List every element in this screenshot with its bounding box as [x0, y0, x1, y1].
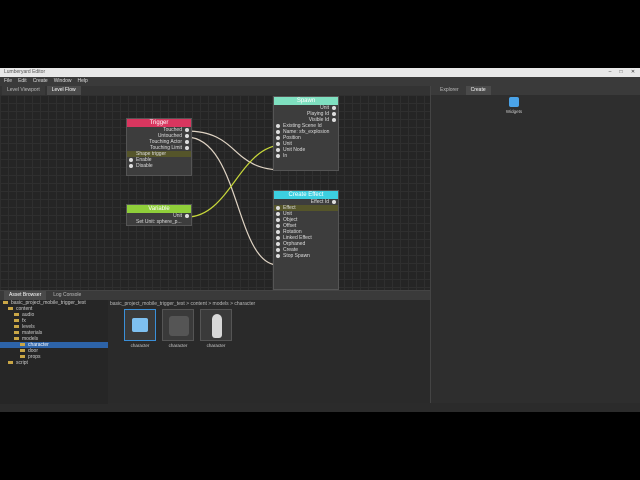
pin-dot[interactable]	[276, 124, 280, 128]
flow-graph-canvas[interactable]: Trigger Touched Untouched Touching Actor…	[0, 95, 430, 290]
folder-icon	[14, 337, 19, 341]
widgets-label: Widgets	[505, 109, 523, 114]
pin-dot[interactable]	[276, 142, 280, 146]
folder-icon	[20, 349, 25, 353]
wire-untouched-to-create	[185, 136, 279, 266]
menu-create[interactable]: Create	[33, 77, 48, 86]
title-bar: Lumberyard Editor – □ ✕	[0, 68, 640, 77]
node-variable-title: Variable	[127, 205, 191, 213]
folder-icon	[8, 361, 13, 365]
widgets-icon	[509, 97, 519, 107]
close-icon[interactable]: ✕	[629, 69, 637, 75]
pin-dot[interactable]	[276, 242, 280, 246]
folder-icon	[20, 355, 25, 359]
pin-in[interactable]: In	[274, 153, 338, 159]
asset-thumb[interactable]	[162, 309, 194, 341]
node-create-effect[interactable]: Create Effect Effect Id Effect Unit Obje…	[273, 190, 339, 290]
capsule-icon	[212, 314, 222, 338]
folder-tree: basic_project_mobile_trigger_test conten…	[0, 300, 108, 404]
asset-thumb-label: character	[206, 343, 226, 348]
pin-dot[interactable]	[276, 148, 280, 152]
pin-dot[interactable]	[276, 230, 280, 234]
graph-tab-strip: Level Viewport Level Flow	[0, 86, 430, 95]
node-trigger[interactable]: Trigger Touched Untouched Touching Actor…	[126, 118, 192, 176]
menu-bar: File Edit Create Window Help	[0, 77, 640, 86]
asset-browser-tabs: Asset Browser Log Console	[0, 291, 430, 300]
node-spawn[interactable]: Spawn Unit Playing Id Visible Id Existin…	[273, 96, 339, 171]
pin-disable-label: Disable	[136, 163, 153, 169]
folder-icon	[3, 301, 8, 305]
tab-log-console[interactable]: Log Console	[48, 291, 87, 300]
pin-in-label: In	[283, 153, 288, 159]
pin-dot[interactable]	[276, 154, 280, 158]
node-trigger-title: Trigger	[127, 119, 191, 127]
explorer-tabs: Explorer Create	[431, 86, 640, 95]
pin-dot[interactable]	[276, 206, 280, 210]
pin-dot[interactable]	[185, 214, 189, 218]
pin-dot[interactable]	[129, 158, 133, 162]
tab-level-flow[interactable]: Level Flow	[46, 86, 81, 95]
menu-file[interactable]: File	[4, 77, 12, 86]
pin-dot[interactable]	[332, 106, 336, 110]
folder-icon	[8, 307, 13, 311]
pin-dot[interactable]	[276, 224, 280, 228]
tab-explorer[interactable]: Explorer	[435, 86, 464, 95]
folder-icon	[14, 313, 19, 317]
pin-dot[interactable]	[185, 146, 189, 150]
asset-browser-panel: Asset Browser Log Console basic_project_…	[0, 290, 430, 404]
pin-dot[interactable]	[185, 128, 189, 132]
pin-dot[interactable]	[332, 118, 336, 122]
menu-edit[interactable]: Edit	[18, 77, 27, 86]
folder-icon	[20, 343, 25, 347]
widgets-button[interactable]: Widgets	[501, 97, 527, 114]
mesh-icon	[169, 316, 189, 336]
folder-icon	[14, 319, 19, 323]
tab-level-viewport[interactable]: Level Viewport	[2, 86, 45, 95]
maximize-icon[interactable]: □	[617, 69, 625, 75]
pin-dot[interactable]	[276, 218, 280, 222]
editor-window: Lumberyard Editor – □ ✕ File Edit Create…	[0, 68, 640, 412]
graph-wires	[185, 130, 284, 266]
minimize-icon[interactable]: –	[606, 69, 614, 75]
pin-dot[interactable]	[276, 254, 280, 258]
wire-touched-to-in	[185, 130, 284, 171]
node-spawn-title: Spawn	[274, 97, 338, 105]
pin-set-unit[interactable]: Set Unit: sphere_p...	[127, 219, 191, 225]
wire-unit-to-position	[186, 144, 284, 218]
explorer-panel: Explorer Create Widgets	[430, 86, 640, 403]
menu-help[interactable]: Help	[78, 77, 88, 86]
pin-stop-spawn-label: Stop Spawn	[283, 253, 310, 259]
folder-icon	[14, 331, 19, 335]
asset-thumb[interactable]	[124, 309, 156, 341]
cube-icon	[132, 318, 148, 332]
breadcrumb[interactable]: basic_project_mobile_trigger_test > cont…	[110, 300, 430, 308]
pin-dot[interactable]	[185, 134, 189, 138]
pin-dot[interactable]	[129, 164, 133, 168]
node-variable[interactable]: Variable Unit Set Unit: sphere_p...	[126, 204, 192, 226]
pin-dot[interactable]	[276, 236, 280, 240]
tree-item-label: script	[16, 360, 28, 366]
asset-thumb[interactable]	[200, 309, 232, 341]
tab-asset-browser[interactable]: Asset Browser	[4, 291, 47, 300]
pin-dot[interactable]	[332, 112, 336, 116]
pin-dot[interactable]	[185, 140, 189, 144]
pin-stop-spawn[interactable]: Stop Spawn	[274, 253, 338, 259]
pin-dot[interactable]	[276, 136, 280, 140]
pin-set-unit-label: Set Unit: sphere_p...	[136, 219, 182, 225]
asset-thumb-label: character	[130, 343, 150, 348]
pin-dot[interactable]	[332, 200, 336, 204]
menu-window[interactable]: Window	[54, 77, 72, 86]
window-title: Lumberyard Editor	[4, 69, 46, 75]
node-create-effect-title: Create Effect	[274, 191, 338, 199]
tree-item[interactable]: script	[0, 360, 108, 366]
pin-dot[interactable]	[276, 130, 280, 134]
pin-dot[interactable]	[276, 248, 280, 252]
tab-create[interactable]: Create	[465, 86, 491, 95]
pin-dot[interactable]	[276, 212, 280, 216]
pin-disable[interactable]: Disable	[127, 163, 191, 169]
folder-icon	[14, 325, 19, 329]
asset-thumb-label: character	[168, 343, 188, 348]
create-top-icons: Widgets	[431, 95, 640, 115]
